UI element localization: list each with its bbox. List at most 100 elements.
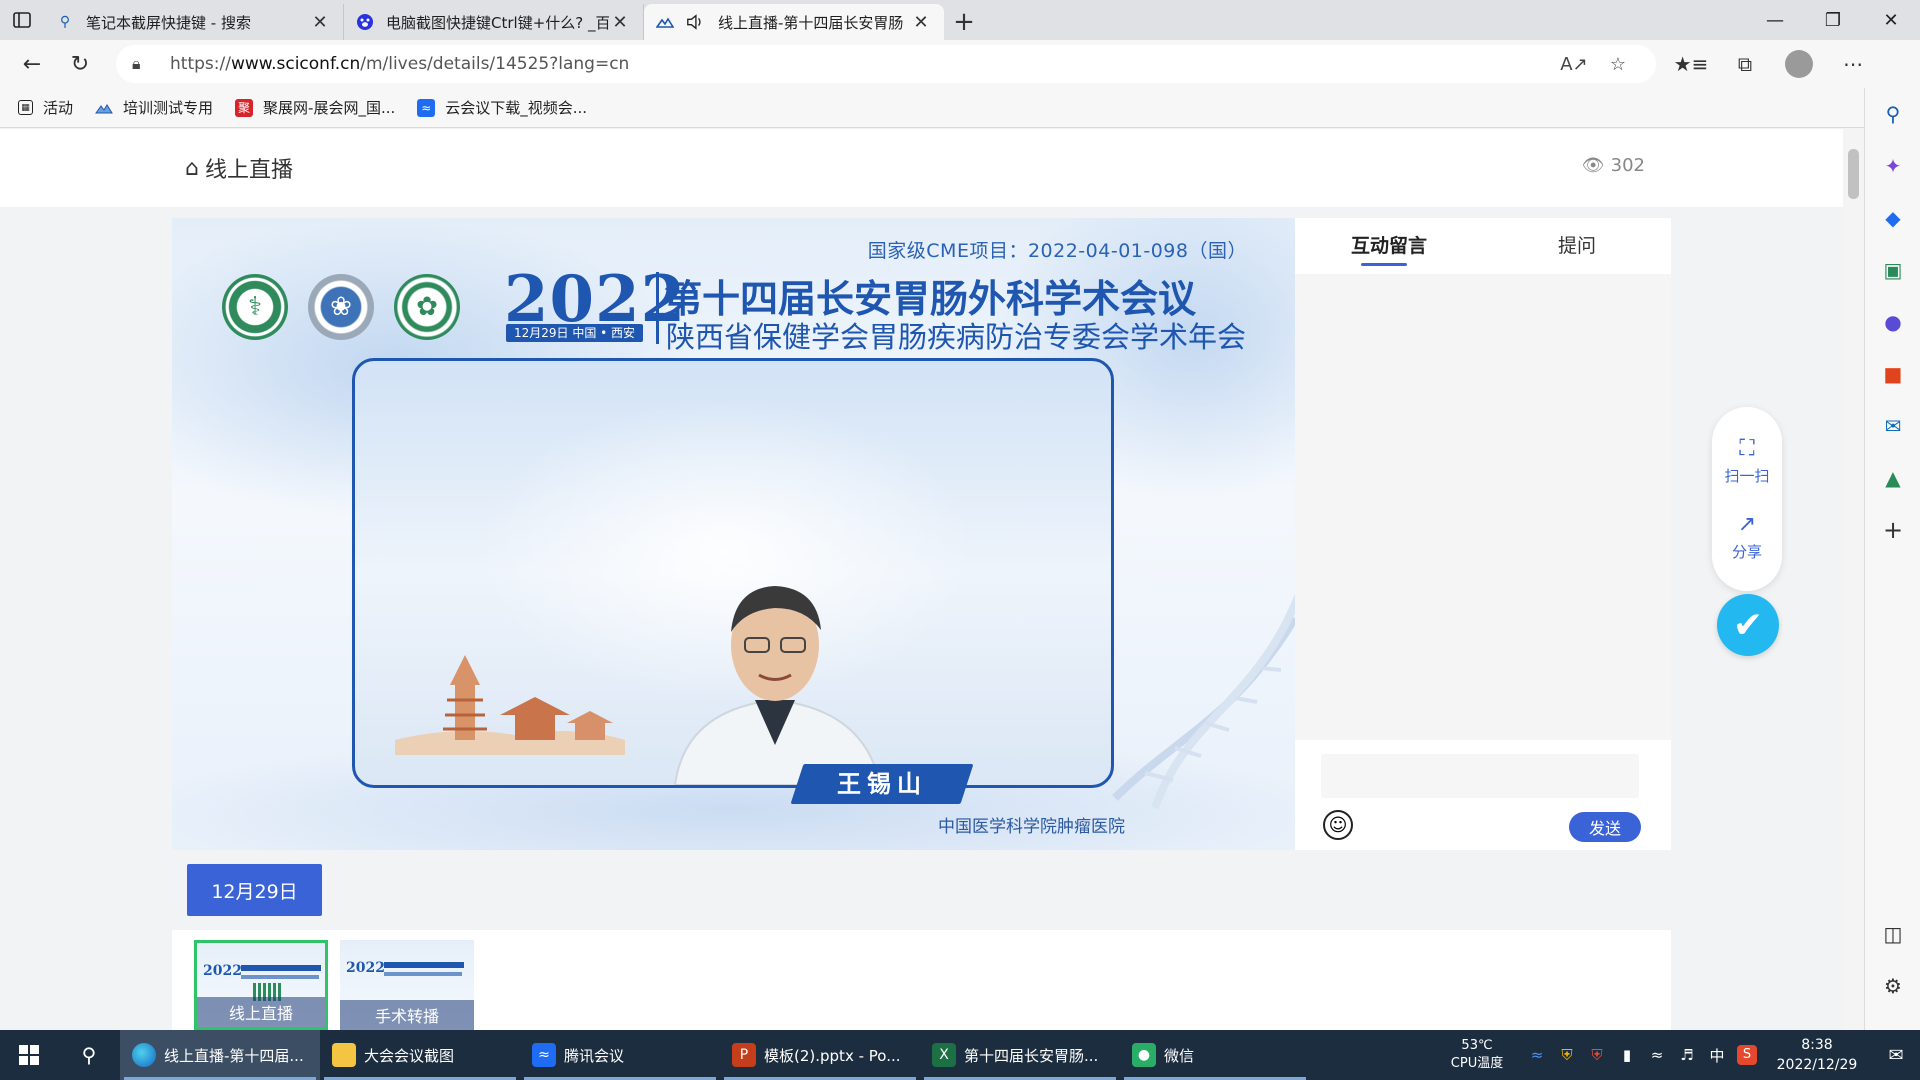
- close-window-icon[interactable]: ✕: [1862, 0, 1920, 40]
- security-shield-icon[interactable]: ⛨: [1552, 1046, 1582, 1064]
- windows-taskbar: ⚲ 线上直播-第十四届... 大会会议截图 ≈ 腾讯会议 P 模板(2).ppt…: [0, 1030, 1920, 1080]
- sciconf-logo-icon: [95, 99, 113, 117]
- sidebar-toggle-icon[interactable]: ◫: [1865, 908, 1920, 960]
- home-link[interactable]: ⌂ 线上直播: [185, 152, 293, 184]
- add-icon[interactable]: +: [1865, 504, 1920, 556]
- organizer-logos: ⚕ ❀ ✿: [222, 274, 480, 340]
- tencent-meeting-tray-icon[interactable]: ≈: [1522, 1046, 1552, 1064]
- taskbar-search-icon[interactable]: ⚲: [58, 1030, 120, 1080]
- browser-tab-search[interactable]: ⚲ 笔记本截屏快捷键 - 搜索 ✕: [44, 4, 344, 40]
- collections-icon[interactable]: ⧉: [1718, 44, 1772, 84]
- notification-center-icon[interactable]: ✉: [1872, 1045, 1920, 1066]
- outlook-icon[interactable]: ✉: [1865, 400, 1920, 452]
- tree-icon[interactable]: ▲: [1865, 452, 1920, 504]
- taskbar-app-wechat[interactable]: ● 微信: [1120, 1030, 1310, 1080]
- ime-indicator[interactable]: 中: [1702, 1045, 1732, 1066]
- system-clock[interactable]: 8:38 2022/12/29: [1762, 1035, 1872, 1075]
- speaker-audio-icon[interactable]: [686, 13, 704, 31]
- taskbar-app-label: 第十四届长安胃肠...: [964, 1046, 1099, 1065]
- close-icon[interactable]: ✕: [309, 12, 331, 33]
- url-text[interactable]: https://www.sciconf.cn/m/lives/details/1…: [170, 54, 1552, 74]
- volume-icon[interactable]: ♬: [1672, 1046, 1702, 1064]
- thumbnail-subtitle-bar: [241, 975, 319, 979]
- view-counter: 👁︎ 302: [1582, 155, 1645, 176]
- back-icon[interactable]: ←: [8, 44, 56, 84]
- live-video-player[interactable]: 国家级CME项目：2022-04-01-098（国） ⚕ ❀ ✿ 2022 12…: [172, 218, 1295, 850]
- taskbar-app-folder[interactable]: 大会会议截图: [320, 1030, 520, 1080]
- cpu-temperature[interactable]: 53℃ CPU温度: [1432, 1037, 1522, 1073]
- calendar-icon: ▦: [18, 100, 33, 115]
- office-icon[interactable]: ■: [1865, 348, 1920, 400]
- bookmarks-bar: ▦ 活动 培训测试专用 聚 聚展网-展会网_国... ≈ 云会议下载_视频会..…: [0, 88, 1920, 128]
- session-thumbnail-surgery[interactable]: 2022 手术转播: [340, 940, 474, 1030]
- search-icon[interactable]: ⚲: [1865, 88, 1920, 140]
- bookmark-label: 聚展网-展会网_国...: [263, 99, 396, 117]
- scrollbar-thumb[interactable]: [1848, 149, 1859, 199]
- address-bar[interactable]: 🔒︎ https://www.sciconf.cn/m/lives/detail…: [116, 45, 1656, 83]
- tab-actions-icon[interactable]: [0, 0, 44, 40]
- taskbar-app-tencent-meeting[interactable]: ≈ 腾讯会议: [520, 1030, 720, 1080]
- copilot-icon[interactable]: ✦: [1865, 140, 1920, 192]
- browser-tab-baidu[interactable]: 电脑截图快捷键Ctrl键+什么? _百 ✕: [344, 4, 644, 40]
- tools-icon[interactable]: ▣: [1865, 244, 1920, 296]
- wifi-icon[interactable]: ≈: [1642, 1046, 1672, 1064]
- session-thumbnails: 2022 线上直播 2022 手术转播: [172, 930, 1671, 1030]
- share-label: 分享: [1731, 543, 1762, 561]
- defender-icon[interactable]: ⛨: [1582, 1046, 1612, 1064]
- conference-subtitle: 陕西省保健学会胃肠疾病防治专委会学术年会: [666, 320, 1247, 354]
- add-favorite-icon[interactable]: ☆: [1596, 54, 1640, 75]
- scan-button[interactable]: ⛶ 扫一扫: [1712, 423, 1782, 499]
- bookmark-label: 云会议下载_视频会...: [445, 99, 588, 117]
- lock-icon[interactable]: 🔒︎: [132, 54, 156, 74]
- send-button[interactable]: 发送: [1569, 812, 1641, 842]
- session-thumbnail-live[interactable]: 2022 线上直播: [194, 940, 328, 1030]
- new-tab-button[interactable]: +: [944, 4, 984, 40]
- bookmark-label: 培训测试专用: [123, 99, 214, 117]
- tab-comments[interactable]: 互动留言: [1295, 218, 1483, 274]
- bookmark-item[interactable]: ▦ 活动: [18, 97, 73, 118]
- read-aloud-icon[interactable]: A↗: [1552, 54, 1596, 75]
- share-button[interactable]: ↗ 分享: [1712, 499, 1782, 575]
- thumbnail-label: 手术转播: [340, 1000, 474, 1030]
- battery-icon[interactable]: ▮: [1612, 1046, 1642, 1064]
- games-icon[interactable]: ●: [1865, 296, 1920, 348]
- home-icon: ⌂: [185, 155, 199, 181]
- tab-questions[interactable]: 提问: [1483, 218, 1671, 274]
- thumbnail-title-bar: [384, 962, 464, 968]
- taskbar-app-label: 大会会议截图: [364, 1046, 455, 1065]
- page-scrollbar[interactable]: [1843, 129, 1864, 1030]
- page-header: ⌂ 线上直播 👁︎ 302: [0, 129, 1843, 207]
- temperature-value: 53℃: [1461, 1038, 1493, 1053]
- bookmark-item[interactable]: 培训测试专用: [95, 97, 213, 118]
- close-icon[interactable]: ✕: [910, 12, 932, 33]
- checkin-icon[interactable]: ✔: [1717, 594, 1779, 656]
- windows-start-icon[interactable]: [0, 1030, 58, 1080]
- interaction-tabs: 互动留言 提问: [1295, 218, 1671, 274]
- comment-input[interactable]: [1321, 754, 1639, 798]
- toolbar-right-actions: ★≡ ⧉ ⋯: [1664, 44, 1880, 84]
- shopping-tag-icon[interactable]: ◆: [1865, 192, 1920, 244]
- refresh-icon[interactable]: ↻: [56, 44, 104, 84]
- emoji-icon[interactable]: ☺: [1323, 810, 1353, 840]
- date-tab[interactable]: 12月29日: [187, 864, 322, 916]
- close-icon[interactable]: ✕: [609, 12, 631, 33]
- page-title: 线上直播: [204, 158, 293, 183]
- settings-icon[interactable]: ⚙: [1865, 960, 1920, 1012]
- tab-title: 线上直播-第十四届长安胃肠: [718, 13, 904, 32]
- minimize-icon[interactable]: —: [1746, 0, 1804, 40]
- speaker-affiliation: 中国医学科学院肿瘤医院: [938, 817, 1125, 837]
- bookmark-item[interactable]: 聚 聚展网-展会网_国...: [235, 97, 395, 118]
- browser-tab-live[interactable]: 线上直播-第十四届长安胃肠 ✕: [644, 4, 944, 40]
- bookmark-item[interactable]: ≈ 云会议下载_视频会...: [417, 97, 587, 118]
- sogou-ime-icon[interactable]: S: [1737, 1045, 1757, 1065]
- chat-compose-area: ☺ 发送: [1295, 740, 1671, 850]
- restore-icon[interactable]: ❐: [1804, 0, 1862, 40]
- more-icon[interactable]: ⋯: [1826, 44, 1880, 84]
- taskbar-app-powerpoint[interactable]: P 模板(2).pptx - Po...: [720, 1030, 920, 1080]
- taskbar-app-excel[interactable]: X 第十四届长安胃肠...: [920, 1030, 1120, 1080]
- taskbar-app-edge[interactable]: 线上直播-第十四届...: [120, 1030, 320, 1080]
- profile-avatar[interactable]: [1785, 50, 1813, 78]
- favorites-icon[interactable]: ★≡: [1664, 44, 1718, 84]
- excel-icon: X: [932, 1043, 956, 1067]
- clock-date: 2022/12/29: [1776, 1057, 1858, 1073]
